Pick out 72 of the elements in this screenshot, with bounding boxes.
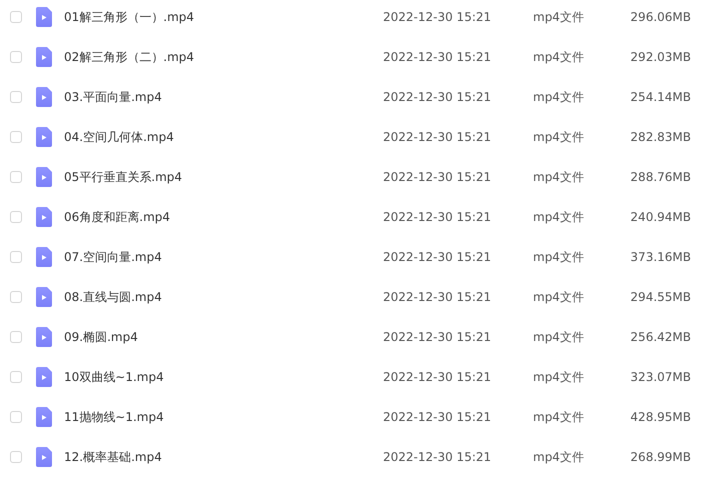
file-size: 373.16MB (629, 250, 691, 264)
file-type: mp4文件 (533, 208, 585, 226)
file-name[interactable]: 01解三角形（一）.mp4 (64, 8, 383, 26)
file-type: mp4文件 (533, 328, 585, 346)
file-name[interactable]: 06角度和距离.mp4 (64, 208, 383, 226)
modified-date: 2022-12-30 15:21 (383, 170, 492, 184)
modified-date: 2022-12-30 15:21 (383, 210, 492, 224)
file-type: mp4文件 (533, 168, 585, 186)
file-size: 323.07MB (629, 370, 691, 384)
file-type: mp4文件 (533, 448, 585, 466)
checkbox[interactable] (10, 291, 22, 303)
video-file-icon (36, 367, 52, 387)
modified-date: 2022-12-30 15:21 (383, 130, 492, 144)
video-file-icon (36, 247, 52, 267)
file-type: mp4文件 (533, 248, 585, 266)
file-type: mp4文件 (533, 368, 585, 386)
video-file-icon (36, 327, 52, 347)
file-name[interactable]: 04.空间几何体.mp4 (64, 128, 383, 146)
file-name[interactable]: 10双曲线~1.mp4 (64, 368, 383, 386)
checkbox[interactable] (10, 51, 22, 63)
modified-date: 2022-12-30 15:21 (383, 370, 492, 384)
checkbox[interactable] (10, 331, 22, 343)
checkbox[interactable] (10, 91, 22, 103)
checkbox[interactable] (10, 451, 22, 463)
file-name[interactable]: 03.平面向量.mp4 (64, 88, 383, 106)
file-name[interactable]: 05平行垂直关系.mp4 (64, 168, 383, 186)
video-file-icon (36, 207, 52, 227)
file-size: 292.03MB (629, 50, 691, 64)
file-type: mp4文件 (533, 408, 585, 426)
file-type: mp4文件 (533, 128, 585, 146)
checkbox[interactable] (10, 131, 22, 143)
file-size: 282.83MB (629, 130, 691, 144)
file-size: 240.94MB (629, 210, 691, 224)
modified-date: 2022-12-30 15:21 (383, 410, 492, 424)
file-size: 428.95MB (629, 410, 691, 424)
file-name[interactable]: 09.椭圆.mp4 (64, 328, 383, 346)
checkbox[interactable] (10, 371, 22, 383)
checkbox[interactable] (10, 411, 22, 423)
video-file-icon (36, 7, 52, 27)
file-name[interactable]: 02解三角形（二）.mp4 (64, 48, 383, 66)
file-name[interactable]: 07.空间向量.mp4 (64, 248, 383, 266)
modified-date: 2022-12-30 15:21 (383, 90, 492, 104)
file-type: mp4文件 (533, 88, 585, 106)
file-name[interactable]: 08.直线与圆.mp4 (64, 288, 383, 306)
checkbox[interactable] (10, 11, 22, 23)
file-size: 296.06MB (629, 10, 691, 24)
file-type: mp4文件 (533, 288, 585, 306)
modified-date: 2022-12-30 15:21 (383, 450, 492, 464)
video-file-icon (36, 287, 52, 307)
file-size: 254.14MB (629, 90, 691, 104)
file-name[interactable]: 12.概率基础.mp4 (64, 448, 383, 466)
modified-date: 2022-12-30 15:21 (383, 10, 492, 24)
file-size: 294.55MB (629, 290, 691, 304)
video-file-icon (36, 47, 52, 67)
video-file-icon (36, 407, 52, 427)
video-file-icon (36, 447, 52, 467)
video-file-icon (36, 127, 52, 147)
file-size: 288.76MB (629, 170, 691, 184)
file-size: 268.99MB (629, 450, 691, 464)
modified-date: 2022-12-30 15:21 (383, 250, 492, 264)
modified-date: 2022-12-30 15:21 (383, 50, 492, 64)
modified-date: 2022-12-30 15:21 (383, 330, 492, 344)
checkbox[interactable] (10, 171, 22, 183)
checkbox[interactable] (10, 211, 22, 223)
file-type: mp4文件 (533, 8, 585, 26)
file-size: 256.42MB (629, 330, 691, 344)
checkbox[interactable] (10, 251, 22, 263)
video-file-icon (36, 167, 52, 187)
file-name[interactable]: 11抛物线~1.mp4 (64, 408, 383, 426)
modified-date: 2022-12-30 15:21 (383, 290, 492, 304)
file-type: mp4文件 (533, 48, 585, 66)
video-file-icon (36, 87, 52, 107)
